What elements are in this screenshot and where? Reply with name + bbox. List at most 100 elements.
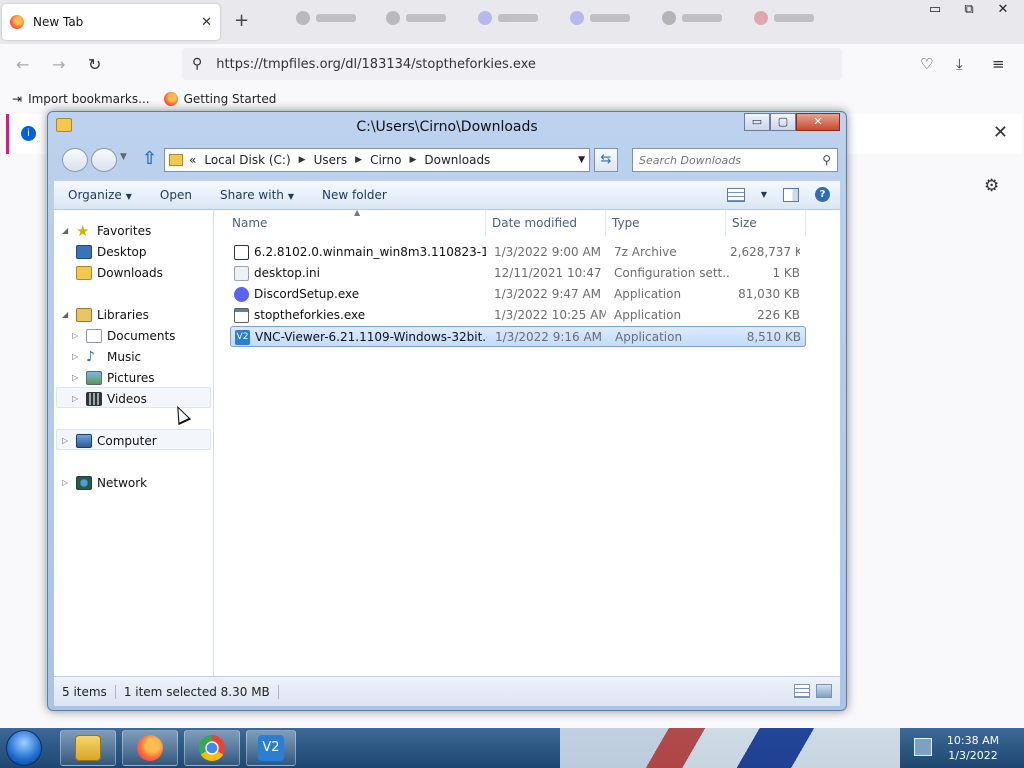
taskbar-chrome[interactable] [184, 730, 240, 766]
nav-computer[interactable]: ▷ Computer [62, 430, 157, 451]
downloads-icon[interactable]: ⤓ [956, 55, 963, 73]
nav-favorites[interactable]: ◢ ★ Favorites [62, 220, 151, 241]
collapsed-arrow-icon[interactable]: ▷ [62, 478, 72, 487]
background-tab[interactable] [296, 11, 366, 25]
column-header-size[interactable]: Size [726, 210, 806, 236]
expand-arrow-icon[interactable]: ◢ [62, 310, 72, 319]
column-header-date[interactable]: Date modified [486, 210, 606, 236]
url-text[interactable]: https://tmpfiles.org/dl/183134/stopthefo… [216, 57, 536, 72]
open-button[interactable]: Open [146, 188, 206, 202]
nav-downloads[interactable]: Downloads [76, 262, 163, 283]
new-tab-button[interactable]: + [234, 10, 249, 31]
help-icon[interactable]: ? [815, 187, 830, 202]
collapsed-arrow-icon[interactable]: ▷ [72, 373, 82, 382]
bookmark-import[interactable]: ⇥ Import bookmarks... [12, 92, 150, 106]
folder-icon [75, 735, 101, 761]
large-icons-view-icon[interactable] [816, 684, 832, 698]
gear-icon[interactable]: ⚙ [984, 176, 999, 196]
nav-videos[interactable]: ▷ Videos [72, 388, 147, 409]
browser-tab[interactable]: New Tab ✕ [2, 4, 220, 40]
breadcrumb-downloads[interactable]: Downloads [424, 153, 490, 167]
taskbar-vnc[interactable]: V2 [246, 730, 296, 766]
nav-documents[interactable]: ▷ Documents [72, 325, 175, 346]
explorer-window-controls: ▭ ▢ ✕ [744, 113, 840, 131]
file-row[interactable]: desktop.ini 12/11/2021 10:47 ... Configu… [230, 263, 806, 284]
maximize-button[interactable]: ▢ [770, 113, 796, 131]
network-tray-icon[interactable] [914, 738, 932, 756]
reload-icon[interactable]: ↻ [88, 55, 101, 74]
minimize-button[interactable]: ▭ [744, 113, 770, 131]
minimize-button[interactable]: ▭ [924, 2, 946, 17]
pocket-icon[interactable]: ♡ [920, 55, 933, 73]
search-icon[interactable]: ⚲ [822, 153, 831, 167]
file-size: 81,030 KB [738, 287, 800, 301]
back-button[interactable] [62, 148, 88, 172]
collapsed-arrow-icon[interactable]: ▷ [72, 352, 82, 361]
taskbar-firefox[interactable] [122, 730, 178, 766]
refresh-icon[interactable]: ⇆ [594, 148, 618, 172]
background-tab[interactable] [754, 11, 824, 25]
collapsed-arrow-icon[interactable]: ▷ [62, 436, 72, 445]
chevron-down-icon: ▼ [287, 192, 295, 201]
file-row[interactable]: DiscordSetup.exe 1/3/2022 9:47 AM Applic… [230, 284, 806, 305]
close-button[interactable]: ✕ [796, 113, 840, 131]
column-header-name[interactable]: Name [226, 210, 486, 236]
column-header-type[interactable]: Type [606, 210, 726, 236]
collapsed-arrow-icon[interactable]: ▷ [72, 394, 82, 403]
menu-icon[interactable]: ≡ [992, 55, 1005, 73]
url-bar[interactable]: ⚲ https://tmpfiles.org/dl/183134/stopthe… [182, 48, 842, 80]
start-button[interactable] [6, 730, 42, 766]
share-with-button[interactable]: Share with ▼ [206, 188, 308, 202]
background-tab[interactable] [478, 11, 548, 25]
breadcrumb-overflow[interactable]: « [189, 153, 196, 167]
chevron-down-icon[interactable]: ▼ [578, 155, 585, 165]
clock[interactable]: 10:38 AM 1/3/2022 [938, 733, 1008, 763]
chevron-right-icon[interactable]: ▶ [299, 155, 306, 165]
chevron-down-icon[interactable]: ▼ [761, 190, 767, 199]
nav-libraries[interactable]: ◢ Libraries [62, 304, 149, 325]
background-tab[interactable] [662, 11, 732, 25]
address-row: ▼ ⇧ « Local Disk (C:) ▶ Users ▶ Cirno ▶ … [60, 146, 840, 172]
breadcrumb-local-disk[interactable]: Local Disk (C:) [204, 153, 290, 167]
new-folder-button[interactable]: New folder [308, 188, 401, 202]
forward-arrow-icon[interactable]: → [52, 55, 65, 74]
explorer-title-bar[interactable]: C:\Users\Cirno\Downloads ▭ ▢ ✕ [48, 112, 846, 140]
search-box[interactable]: ⚲ [632, 148, 838, 172]
forward-button[interactable] [91, 148, 117, 172]
nav-music[interactable]: ▷ ♪ Music [72, 346, 141, 367]
background-tab[interactable] [570, 11, 640, 25]
nav-network[interactable]: ▷ Network [62, 472, 147, 493]
chevron-right-icon[interactable]: ▶ [409, 155, 416, 165]
file-date: 12/11/2021 10:47 ... [494, 266, 606, 280]
close-button[interactable]: ✕ [992, 2, 1014, 17]
restore-button[interactable]: ⧉ [958, 2, 980, 17]
details-view-icon[interactable] [794, 684, 810, 698]
recent-pages-dropdown-icon[interactable]: ▼ [120, 152, 127, 162]
background-tab[interactable] [386, 11, 456, 25]
close-notice-icon[interactable]: ✕ [993, 122, 1008, 143]
collapsed-arrow-icon[interactable]: ▷ [72, 331, 82, 340]
address-bar[interactable]: « Local Disk (C:) ▶ Users ▶ Cirno ▶ Down… [164, 148, 590, 172]
up-arrow-icon[interactable]: ⇧ [142, 148, 157, 169]
file-size: 8,510 KB [746, 330, 801, 344]
file-row[interactable]: stoptheforkies.exe 1/3/2022 10:25 AM App… [230, 305, 806, 326]
nav-pictures[interactable]: ▷ Pictures [72, 367, 155, 388]
nav-desktop[interactable]: Desktop [76, 241, 147, 262]
window-title: C:\Users\Cirno\Downloads [356, 119, 538, 135]
search-input[interactable] [639, 153, 823, 167]
clock-time: 10:38 AM [946, 734, 1000, 747]
breadcrumb-users[interactable]: Users [314, 153, 348, 167]
file-row[interactable]: 6.2.8102.0.winmain_win8m3.110823-1455...… [230, 242, 806, 263]
organize-button[interactable]: Organize ▼ [54, 188, 146, 202]
preview-pane-icon[interactable] [783, 187, 799, 202]
expand-arrow-icon[interactable]: ◢ [62, 226, 72, 235]
taskbar-explorer[interactable] [60, 730, 116, 766]
breadcrumb-cirno[interactable]: Cirno [370, 153, 401, 167]
change-view-icon[interactable] [726, 187, 745, 202]
back-arrow-icon[interactable]: ← [16, 55, 29, 74]
close-tab-icon[interactable]: ✕ [201, 15, 212, 30]
share-with-label: Share with [219, 188, 284, 202]
file-row-selected[interactable]: V2 VNC-Viewer-6.21.1109-Windows-32bit.ex… [230, 326, 806, 347]
bookmark-getting-started[interactable]: Getting Started [163, 92, 276, 106]
chevron-right-icon[interactable]: ▶ [355, 155, 362, 165]
